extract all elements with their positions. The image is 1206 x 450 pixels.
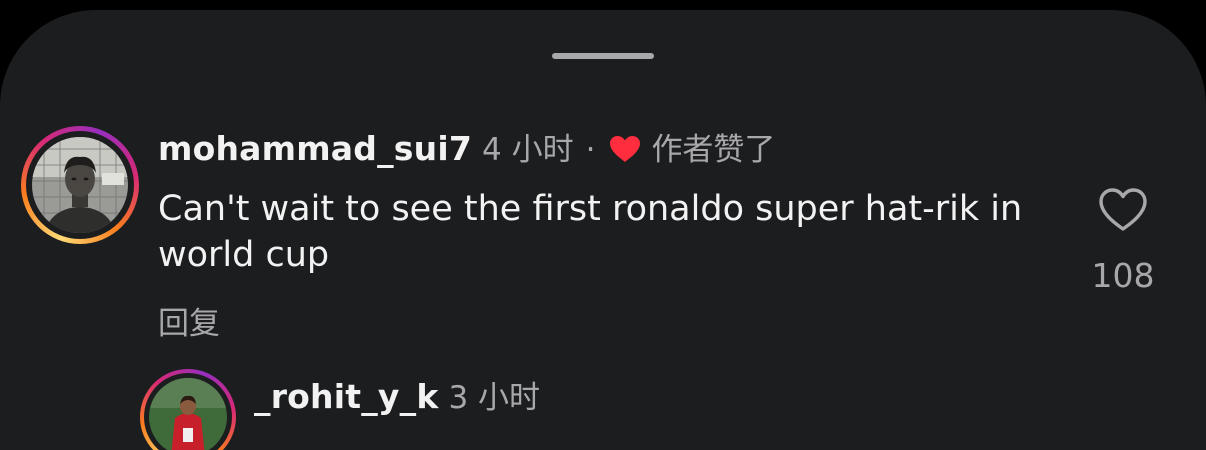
user-avatar-photo (32, 137, 128, 233)
comment-text: Can't wait to see the first ronaldo supe… (158, 189, 1023, 275)
author-liked-heart-icon (609, 135, 641, 163)
like-count: 108 (1091, 256, 1155, 295)
comment-time: 4 小时 (482, 132, 574, 168)
comment-username[interactable]: _rohit_y_k (254, 377, 438, 416)
user-avatar-photo (149, 378, 227, 450)
story-ring[interactable] (140, 369, 236, 450)
avatar[interactable] (32, 137, 128, 233)
comment-time: 3 小时 (448, 380, 541, 416)
meta-separator: · (585, 132, 596, 168)
reply-button[interactable]: 回复 (158, 298, 220, 343)
author-liked-label: 作者赞了 (651, 132, 776, 168)
avatar[interactable] (149, 378, 227, 450)
heart-outline-icon (1099, 188, 1147, 231)
comment-username[interactable]: mohammad_sui7 (158, 129, 472, 168)
comments-sheet: mohammad_sui7 4 小时 · 作者赞了 Can't wait to … (0, 10, 1206, 450)
comment-meta: _rohit_y_k 3 小时 (254, 372, 540, 417)
comment-meta: mohammad_sui7 4 小时 · 作者赞了 (158, 124, 775, 169)
story-ring[interactable] (21, 126, 139, 244)
sheet-grabber[interactable] (552, 53, 654, 59)
like-button[interactable] (1097, 186, 1149, 234)
